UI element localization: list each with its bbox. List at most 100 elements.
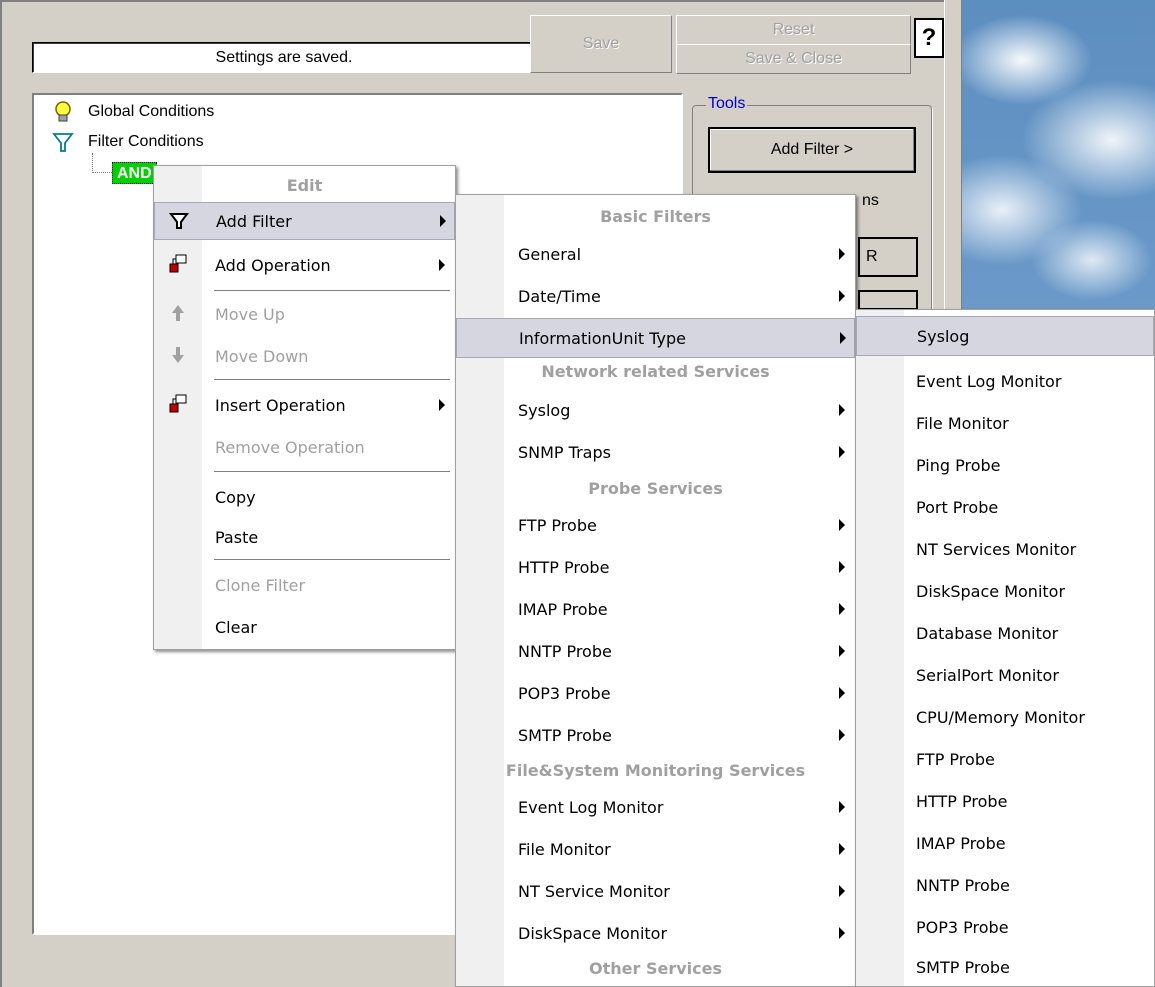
menu-item-clone-filter[interactable]: Clone Filter <box>154 566 455 604</box>
menu-item-label: Move Down <box>215 346 309 366</box>
save-button[interactable]: Save <box>530 15 672 73</box>
status-text: Settings are saved. <box>32 42 536 73</box>
menu-item-smtp-probe[interactable]: SMTP Probe <box>456 715 855 755</box>
menu-section-header: Basic Filters <box>600 207 711 226</box>
menu-item-event-log-monitor[interactable]: Event Log Monitor <box>456 787 855 827</box>
menu-separator <box>214 471 450 472</box>
or-button-2[interactable] <box>858 290 918 310</box>
menu-item-add-filter[interactable]: Add Filter <box>154 202 455 240</box>
menu-header: Edit <box>286 176 323 195</box>
menu-item-diskspace-monitor[interactable]: DiskSpace Monitor <box>456 913 855 953</box>
menu-item-ftp-probe[interactable]: FTP Probe <box>856 739 1154 779</box>
menu-item-label: DiskSpace Monitor <box>916 581 1066 601</box>
menu-item-pop3-probe[interactable]: POP3 Probe <box>856 907 1154 947</box>
menu-item-cpu-memory-monitor[interactable]: CPU/Memory Monitor <box>856 697 1154 737</box>
menu-item-smtp-probe[interactable]: SMTP Probe <box>856 947 1154 987</box>
help-button[interactable]: ? <box>914 18 944 58</box>
menu-item-label: DiskSpace Monitor <box>518 923 668 943</box>
menu-item-file-monitor[interactable]: File Monitor <box>456 829 855 869</box>
tree-item-filter-conditions[interactable]: Filter Conditions <box>50 130 204 154</box>
reset-button[interactable]: Reset <box>676 15 911 45</box>
menu-item-nt-services-monitor[interactable]: NT Services Monitor <box>856 529 1154 569</box>
menu-item-label: Move Up <box>215 304 285 324</box>
menu-item-copy[interactable]: Copy <box>154 478 455 516</box>
menu-item-diskspace-monitor[interactable]: DiskSpace Monitor <box>856 571 1154 611</box>
menu-item-move-up[interactable]: Move Up <box>154 295 455 333</box>
menu-item-informationunit-type[interactable]: InformationUnit Type <box>456 318 855 358</box>
menu-item-label: POP3 Probe <box>518 683 611 703</box>
menu-item-file-monitor[interactable]: File Monitor <box>856 403 1154 443</box>
menu-item-ftp-probe[interactable]: FTP Probe <box>456 505 855 545</box>
menu-item-general[interactable]: General <box>456 234 855 274</box>
submenu-arrow-icon <box>839 729 845 741</box>
menu-item-label: SMTP Probe <box>518 725 612 745</box>
submenu-arrow-icon <box>839 927 845 939</box>
menu-item-label: Event Log Monitor <box>916 371 1062 391</box>
menu-item-imap-probe[interactable]: IMAP Probe <box>856 823 1154 863</box>
tree-item-global-conditions[interactable]: Global Conditions <box>50 100 214 124</box>
menu-item-add-operation[interactable]: Add Operation <box>154 246 455 284</box>
save-close-button[interactable]: Save & Close <box>676 44 911 74</box>
menu-item-paste[interactable]: Paste <box>154 518 455 556</box>
filter-category-submenu: Basic Filters General Date/Time Informat… <box>455 194 856 987</box>
menu-item-http-probe[interactable]: HTTP Probe <box>856 781 1154 821</box>
menu-separator <box>214 559 450 560</box>
menu-item-label: Remove Operation <box>215 437 365 457</box>
menu-item-nntp-probe[interactable]: NNTP Probe <box>856 865 1154 905</box>
tree-item-label: Global Conditions <box>88 103 215 120</box>
menu-item-label: Date/Time <box>518 286 601 306</box>
menu-item-label: Add Filter <box>216 211 292 231</box>
submenu-arrow-icon <box>839 801 845 813</box>
submenu-arrow-icon <box>839 687 845 699</box>
informationunit-type-submenu: Syslog Event Log Monitor File Monitor Pi… <box>855 309 1155 987</box>
menu-item-date-time[interactable]: Date/Time <box>456 276 855 316</box>
menu-item-insert-operation[interactable]: Insert Operation <box>154 386 455 424</box>
operations-label: ns <box>862 192 879 209</box>
menu-item-move-down[interactable]: Move Down <box>154 337 455 375</box>
menu-item-database-monitor[interactable]: Database Monitor <box>856 613 1154 653</box>
edit-context-menu: Edit Add Filter Add Operation Move Up Mo… <box>153 165 456 650</box>
operation-icon <box>169 394 187 413</box>
menu-item-label: FTP Probe <box>518 515 597 535</box>
menu-item-snmp-traps[interactable]: SNMP Traps <box>456 432 855 472</box>
menu-item-label: FTP Probe <box>916 749 995 769</box>
menu-item-ping-probe[interactable]: Ping Probe <box>856 445 1154 485</box>
menu-item-label: Syslog <box>917 326 970 346</box>
menu-section-header: File&System Monitoring Services <box>505 761 806 780</box>
menu-item-http-probe[interactable]: HTTP Probe <box>456 547 855 587</box>
or-button[interactable]: R <box>858 237 918 277</box>
menu-item-label: Clone Filter <box>215 575 306 595</box>
menu-item-nntp-probe[interactable]: NNTP Probe <box>456 631 855 671</box>
menu-item-label: NNTP Probe <box>518 641 612 661</box>
submenu-arrow-icon <box>839 645 845 657</box>
submenu-arrow-icon <box>839 290 845 302</box>
add-filter-button[interactable]: Add Filter > <box>708 127 916 173</box>
menu-item-syslog[interactable]: Syslog <box>856 316 1154 356</box>
menu-item-event-log-monitor[interactable]: Event Log Monitor <box>856 361 1154 401</box>
submenu-arrow-icon <box>839 843 845 855</box>
menu-item-label: Event Log Monitor <box>518 797 664 817</box>
menu-item-label: General <box>518 244 582 264</box>
menu-item-nt-service-monitor[interactable]: NT Service Monitor <box>456 871 855 911</box>
menu-item-pop3-probe[interactable]: POP3 Probe <box>456 673 855 713</box>
submenu-arrow-icon <box>439 399 445 411</box>
tools-group-label: Tools <box>706 95 748 113</box>
operation-icon <box>169 254 187 273</box>
submenu-arrow-icon <box>839 603 845 615</box>
lightbulb-icon <box>55 101 71 122</box>
submenu-arrow-icon <box>839 248 845 260</box>
submenu-arrow-icon <box>440 215 446 227</box>
menu-item-serialport-monitor[interactable]: SerialPort Monitor <box>856 655 1154 695</box>
menu-item-clear[interactable]: Clear <box>154 608 455 646</box>
menu-item-label: IMAP Probe <box>916 833 1006 853</box>
menu-item-syslog[interactable]: Syslog <box>456 390 855 430</box>
menu-item-remove-operation[interactable]: Remove Operation <box>154 428 455 466</box>
tree-item-and-operation[interactable]: AND <box>112 162 157 184</box>
menu-section-header: Network related Services <box>541 362 770 381</box>
menu-item-label: NT Service Monitor <box>518 881 670 901</box>
menu-item-label: HTTP Probe <box>916 791 1008 811</box>
menu-item-port-probe[interactable]: Port Probe <box>856 487 1154 527</box>
menu-item-imap-probe[interactable]: IMAP Probe <box>456 589 855 629</box>
tree-item-label: Filter Conditions <box>88 133 204 150</box>
submenu-arrow-icon <box>839 519 845 531</box>
